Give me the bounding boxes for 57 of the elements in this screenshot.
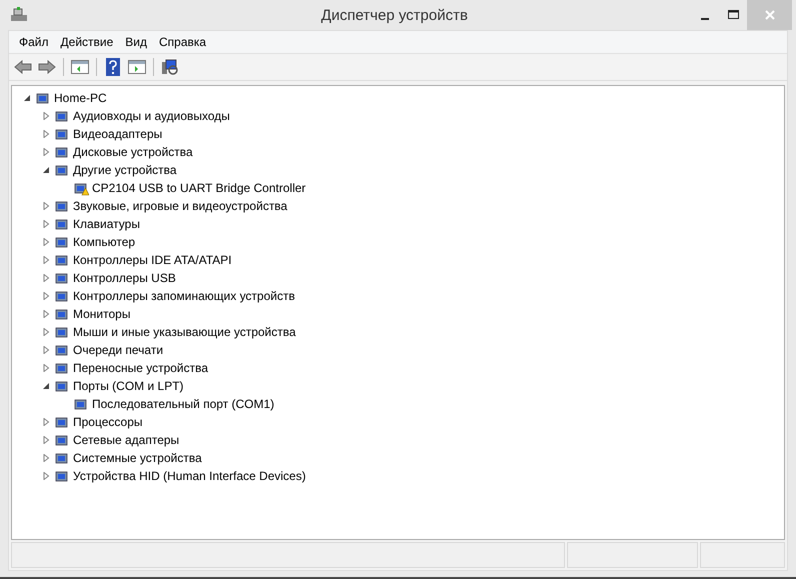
expanded-arrow-icon[interactable]	[24, 94, 31, 102]
console-tree-button[interactable]	[70, 57, 90, 77]
tree-item[interactable]: Клавиатуры	[73, 217, 140, 231]
tree-item[interactable]: Очереди печати	[73, 343, 164, 357]
collapsed-arrow-icon[interactable]	[43, 274, 50, 282]
tree-item[interactable]: Сетевые адаптеры	[73, 433, 180, 447]
tree-item[interactable]: Мыши и иные указывающие устройства	[73, 325, 296, 339]
expanded-arrow-icon[interactable]	[43, 382, 50, 390]
tree-item[interactable]: Контроллеры запоминающих устройств	[73, 289, 295, 303]
collapsed-arrow-icon[interactable]	[43, 364, 50, 372]
collapsed-arrow-icon[interactable]	[43, 346, 50, 354]
action-pane-button[interactable]	[127, 57, 147, 77]
scan-hardware-button[interactable]	[160, 57, 180, 77]
collapsed-arrow-icon[interactable]	[43, 238, 50, 246]
collapsed-arrow-icon[interactable]	[43, 436, 50, 444]
forward-button[interactable]	[37, 57, 57, 77]
collapsed-arrow-icon[interactable]	[43, 130, 50, 138]
tree-item[interactable]: Системные устройства	[73, 451, 202, 465]
collapsed-arrow-icon[interactable]	[43, 418, 50, 426]
tree-item[interactable]: Другие устройства	[73, 163, 177, 177]
tree-item[interactable]: Устройства HID (Human Interface Devices)	[73, 469, 306, 483]
collapsed-arrow-icon[interactable]	[43, 256, 50, 264]
tree-item[interactable]: Порты (COM и LPT)	[73, 379, 184, 393]
tree-item[interactable]: Компьютер	[73, 235, 136, 249]
app-icon	[10, 6, 28, 24]
close-icon	[764, 10, 774, 20]
tree-item[interactable]: Контроллеры USB	[73, 271, 176, 285]
collapsed-arrow-icon[interactable]	[43, 328, 50, 336]
minimize-icon	[701, 18, 709, 20]
collapsed-arrow-icon[interactable]	[43, 202, 50, 210]
tree-item[interactable]: Мониторы	[73, 307, 130, 321]
menu-item[interactable]: Справка	[153, 35, 212, 49]
collapsed-arrow-icon[interactable]	[43, 220, 50, 228]
tree-item[interactable]: Процессоры	[73, 415, 142, 429]
tree-item[interactable]: Контроллеры IDE ATA/ATAPI	[73, 253, 232, 267]
help-button[interactable]	[103, 57, 123, 77]
tree-item[interactable]: Переносные устройства	[73, 361, 208, 375]
collapsed-arrow-icon[interactable]	[43, 112, 50, 120]
collapsed-arrow-icon[interactable]	[43, 454, 50, 462]
menu-item[interactable]: Вид	[119, 35, 153, 49]
collapsed-arrow-icon[interactable]	[43, 148, 50, 156]
window-title: Диспетчер устройств	[320, 6, 469, 24]
tree-item[interactable]: Видеоадаптеры	[73, 127, 162, 141]
expanded-arrow-icon[interactable]	[43, 166, 50, 174]
collapsed-arrow-icon[interactable]	[43, 292, 50, 300]
back-button[interactable]	[13, 57, 33, 77]
tree-item[interactable]: CP2104 USB to UART Bridge Controller	[92, 181, 306, 195]
maximize-icon	[728, 10, 738, 20]
menu-item[interactable]: Файл	[13, 35, 55, 49]
tree-item[interactable]: Звуковые, игровые и видеоустройства	[73, 199, 288, 213]
tree-item[interactable]: Последовательный порт (COM1)	[92, 397, 274, 411]
collapsed-arrow-icon[interactable]	[43, 310, 50, 318]
menu-item[interactable]: Действие	[54, 35, 120, 49]
tree-item[interactable]: Дисковые устройства	[73, 145, 193, 159]
tree-item[interactable]: Home-PC	[54, 91, 107, 105]
tree-item[interactable]: Аудиовходы и аудиовыходы	[73, 109, 230, 123]
collapsed-arrow-icon[interactable]	[43, 472, 50, 480]
